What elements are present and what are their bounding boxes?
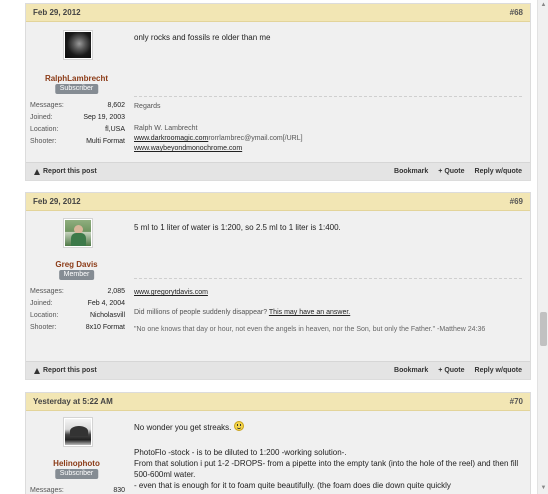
stat-value: Multi Format (86, 138, 125, 145)
user-info: Greg Davis Member Messages: 2,085 Joined:… (26, 211, 127, 379)
user-stats: Messages: 2,085 Joined: Feb 4, 2004 Locati… (30, 286, 125, 334)
post-number-link[interactable]: #70 (510, 397, 523, 406)
stat-value: Feb 4, 2004 (87, 300, 125, 307)
post-69: Feb 29, 2012 #69 Greg Davis Member Messa… (25, 192, 531, 380)
stat-value: fl,USA (105, 126, 125, 133)
post-content: No wonder you get streaks. PhotoFlo -sto… (134, 411, 522, 494)
signature: www.gregorytdavis.com Did millions of pe… (134, 288, 522, 335)
stat-label: Joined: (30, 300, 53, 307)
message-text: 5 ml to 1 liter of water is 1:200, so 2.… (134, 223, 341, 232)
stat-value: 8,602 (107, 102, 125, 109)
post-68: Feb 29, 2012 #68 RalphLambrecht Subscrib… (25, 3, 531, 181)
stat-value: Nicholasvill (89, 312, 125, 319)
signature-quote: "No one knows that day or hour, not even… (134, 326, 486, 333)
signature-link[interactable]: This may have an answer. (269, 309, 350, 316)
avatar[interactable] (63, 218, 93, 248)
avatar[interactable] (63, 30, 93, 60)
post-content: only rocks and fossils re older than me … (134, 22, 522, 162)
reply-with-quote-button[interactable]: Reply w/quote (475, 367, 522, 374)
stat-value: 830 (113, 487, 125, 494)
message-line: No wonder you get streaks. (134, 421, 244, 433)
user-title-badge: Member (58, 270, 95, 280)
reply-with-quote-button[interactable]: Reply w/quote (475, 168, 522, 175)
user-info: Helinophoto Subscriber Messages: 830 (26, 411, 127, 494)
bookmark-button[interactable]: Bookmark (394, 367, 428, 374)
signature-link[interactable]: www.gregorytdavis.com (134, 289, 208, 296)
signature-divider (134, 278, 522, 279)
scrollbar-thumb[interactable] (540, 312, 547, 346)
message-text: No wonder you get streaks. (134, 423, 232, 432)
smiley-icon (233, 421, 244, 431)
bookmark-button[interactable]: Bookmark (394, 168, 428, 175)
signature: Regards Ralph W. Lambrecht www.darkrooma… (134, 102, 522, 154)
scroll-up-arrow-icon[interactable]: ▲ (538, 0, 548, 11)
user-stats: Messages: 830 (30, 485, 125, 494)
user-stats: Messages: 8,602 Joined: Sep 19, 2003 Locat… (30, 100, 125, 148)
stat-label: Location: (30, 312, 59, 319)
post-date: Feb 29, 2012 (33, 197, 81, 206)
post-header: Yesterday at 5:22 AM #70 (26, 393, 530, 411)
user-title-badge: Subscriber (54, 469, 99, 479)
signature-link[interactable]: www.waybeyondmonochrome.com (134, 145, 242, 152)
message-text: PhotoFlo -stock - is to be diluted to 1:… (134, 448, 347, 457)
stat-label: Messages: (30, 487, 64, 494)
stat-label: Messages: (30, 102, 64, 109)
thread-viewport: Feb 29, 2012 #68 RalphLambrecht Subscrib… (0, 0, 537, 494)
post-number-link[interactable]: #69 (510, 197, 523, 206)
user-title-badge: Subscriber (54, 84, 99, 94)
stat-label: Messages: (30, 288, 64, 295)
signature-link-tail: rorrlambrec@ymail.com[/URL] (208, 135, 303, 142)
stat-label: Shooter: (30, 138, 57, 145)
warning-icon (34, 367, 40, 374)
signature-line: Did millions of people suddenly disappea… (134, 309, 269, 316)
post-date: Yesterday at 5:22 AM (33, 397, 113, 406)
report-post-link[interactable]: Report this post (34, 168, 97, 175)
post-footer: Report this post Bookmark + Quote Reply … (26, 162, 530, 180)
username-link[interactable]: RalphLambrecht (26, 74, 127, 83)
message-text: From that solution i put 1-2 -DROPS- fro… (134, 459, 519, 479)
message-text: - even that is enough for it to foam qui… (134, 481, 451, 490)
post-header: Feb 29, 2012 #68 (26, 4, 530, 22)
warning-icon (34, 168, 40, 175)
post-header: Feb 29, 2012 #69 (26, 193, 530, 211)
signature-line: Ralph W. Lambrecht (134, 125, 198, 132)
report-label: Report this post (43, 168, 97, 175)
post-date: Feb 29, 2012 (33, 8, 81, 17)
stat-value: 8x10 Format (85, 324, 125, 331)
quote-button[interactable]: + Quote (438, 367, 464, 374)
signature-link[interactable]: www.darkroomagic.com (134, 135, 208, 142)
quote-button[interactable]: + Quote (438, 168, 464, 175)
signature-line: Regards (134, 103, 161, 110)
vertical-scrollbar[interactable]: ▲ ▼ (537, 0, 548, 494)
stat-label: Location: (30, 126, 59, 133)
stat-value: Sep 19, 2003 (83, 114, 125, 121)
message-body: PhotoFlo -stock - is to be diluted to 1:… (134, 447, 522, 491)
report-label: Report this post (43, 367, 97, 374)
avatar[interactable] (63, 417, 93, 447)
post-70: Yesterday at 5:22 AM #70 Helinophoto Sub… (25, 392, 531, 494)
message-text: only rocks and fossils re older than me (134, 33, 271, 42)
stat-label: Shooter: (30, 324, 57, 331)
signature-divider (134, 96, 522, 97)
username-link[interactable]: Greg Davis (26, 260, 127, 269)
scroll-down-arrow-icon[interactable]: ▼ (538, 483, 548, 494)
post-content: 5 ml to 1 liter of water is 1:200, so 2.… (134, 211, 522, 361)
post-footer: Report this post Bookmark + Quote Reply … (26, 361, 530, 379)
user-info: RalphLambrecht Subscriber Messages: 8,602… (26, 22, 127, 180)
username-link[interactable]: Helinophoto (26, 459, 127, 468)
stat-value: 2,085 (107, 288, 125, 295)
post-number-link[interactable]: #68 (510, 8, 523, 17)
report-post-link[interactable]: Report this post (34, 367, 97, 374)
stat-label: Joined: (30, 114, 53, 121)
